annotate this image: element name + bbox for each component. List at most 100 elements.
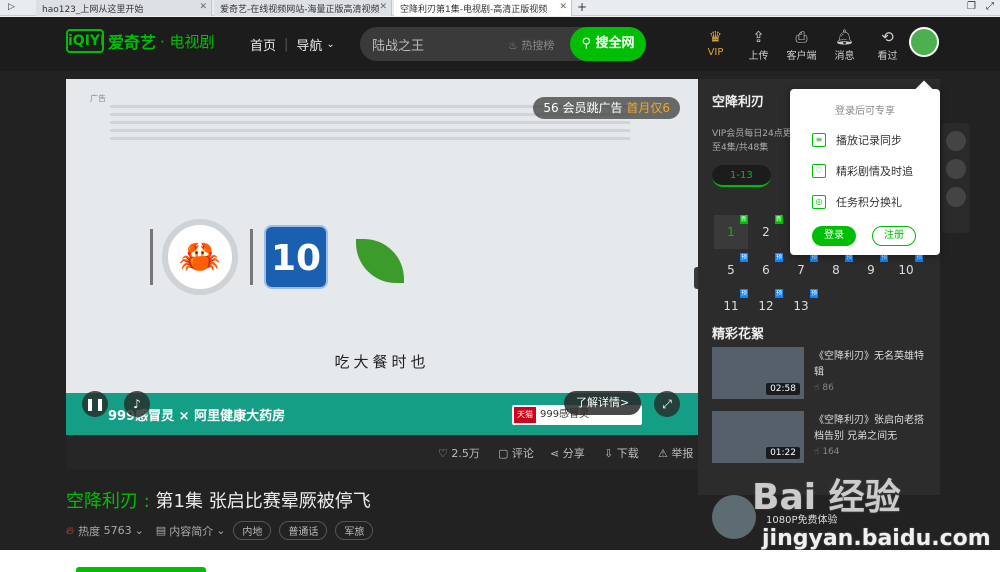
episode-item[interactable]: 7预 <box>784 253 818 287</box>
number-badge: 10 <box>264 225 328 289</box>
episode-number: 5 <box>727 263 735 277</box>
restore-icon[interactable]: ❐ <box>967 1 976 12</box>
tag-chip[interactable]: 军旅 <box>335 521 374 540</box>
clips-title: 精彩花絮 <box>712 327 765 342</box>
history-button[interactable]: ⟲ 看过 <box>866 27 909 62</box>
thumbs-up-icon: ☝ <box>814 383 820 393</box>
clip-item[interactable]: 02:58 《空降利刃》无名英雄特辑 ☝ 86 <box>712 347 928 399</box>
vip-button[interactable]: ♛ VIP <box>694 27 737 62</box>
episode-item[interactable]: 8预 <box>819 253 853 287</box>
episode-item[interactable]: 6预 <box>749 253 783 287</box>
video-action-bar: ♡ 2.5万 ▢ 评论 ⋖ 分享 ⇩ 下载 ⚠ 举报 <box>66 435 698 469</box>
bottle-icon[interactable] <box>946 187 966 207</box>
show-name[interactable]: 空降利刃 <box>66 491 138 512</box>
watermark-url: jingyan.baidu.com <box>762 526 991 551</box>
episode-meta: 🔥︎ 热度 5763 ⌄ ▤ 内容简介 ⌄ 内地 普通话 军旅 <box>66 521 374 540</box>
tab-label: hao123_上网从这里开始 <box>42 5 144 15</box>
hot-search-label: 热搜榜 <box>521 39 555 52</box>
episode-item[interactable]: 2新 <box>749 215 783 249</box>
pause-icon: ❚❚ <box>84 397 106 411</box>
episode-item[interactable]: 12 预 <box>749 289 783 323</box>
clip-item[interactable]: 01:22 《空降利刃》张启向老搭档告别 兄弟之间无 ☝ 164 <box>712 411 928 463</box>
episode-item[interactable]: 10 预 <box>889 253 923 287</box>
close-icon[interactable]: ✕ <box>379 2 387 12</box>
history-label: 看过 <box>877 51 898 62</box>
comment-button[interactable]: ▢ 评论 <box>498 445 534 461</box>
user-avatar[interactable] <box>909 27 939 57</box>
forward-icon[interactable]: ▷ <box>8 2 15 12</box>
download-button[interactable]: ⇩ 下载 <box>604 445 639 461</box>
browser-tab-iqiyi-home[interactable]: 爱奇艺-在线视频网站-海量正版高清视频 ✕ <box>214 0 392 16</box>
tag-chip[interactable]: 普通话 <box>279 521 328 540</box>
video-player[interactable]: 广告 56 会员跳广告 首月仅6 🦀 10 吃大餐时也 999感冒灵 × 阿里健… <box>66 79 698 435</box>
episode-number: 11 <box>723 299 739 313</box>
preview-badge: 预 <box>739 289 748 298</box>
clipboard-icon[interactable] <box>946 131 966 151</box>
chevron-down-icon[interactable]: ⌄ <box>326 39 334 50</box>
episode-item[interactable]: 5预 <box>714 253 748 287</box>
ad-trial-label: 首月仅6 <box>626 101 670 115</box>
nav-divider: | <box>284 37 289 52</box>
sync-icon: ≡ <box>812 133 826 147</box>
benefit-label: 任务积分换礼 <box>836 196 902 209</box>
tag-chip[interactable]: 内地 <box>233 521 272 540</box>
main-nav: 首页 | 导航 ⌄ <box>250 35 335 54</box>
episode-range-tab[interactable]: 1-13 <box>712 165 771 187</box>
episode-number: 6 <box>762 263 770 277</box>
fullscreen-button[interactable]: ⤢ <box>654 391 680 417</box>
chevron-down-icon[interactable]: ⌄ <box>216 524 225 537</box>
report-button[interactable]: ⚠ 举报 <box>658 445 693 461</box>
new-tab-button[interactable]: + <box>574 0 590 16</box>
nav-guide[interactable]: 导航 <box>296 35 322 54</box>
clip-title[interactable]: 《空降利刃》无名英雄特辑 <box>814 349 930 381</box>
ad-detail-button[interactable]: 了解详情> <box>564 391 642 415</box>
preview-badge: 预 <box>739 253 748 262</box>
clip-thumbnail[interactable]: 02:58 <box>712 347 804 399</box>
episode-number: 2 <box>762 225 770 239</box>
ad-skip-badge[interactable]: 56 会员跳广告 首月仅6 <box>533 97 680 119</box>
new-badge: 新 <box>774 215 783 224</box>
search-input[interactable] <box>372 34 512 54</box>
hot-search-link[interactable]: ♨ 热搜榜 <box>508 37 554 53</box>
episode-number: 10 <box>898 263 914 277</box>
share-icon: ⋖ <box>550 447 560 460</box>
close-icon[interactable]: ✕ <box>199 2 207 12</box>
episode-number: 12 <box>758 299 774 313</box>
search-icon: ⚲ <box>581 36 591 51</box>
clip-view-count: 86 <box>822 383 834 393</box>
episode-item[interactable]: 9预 <box>854 253 888 287</box>
episode-item[interactable]: 1新 <box>714 215 748 249</box>
browser-tab-episode[interactable]: 空降利刃第1集-电视剧-高清正版视频 ✕ <box>394 0 572 16</box>
clip-thumbnail[interactable]: 01:22 <box>712 411 804 463</box>
expand-icon[interactable]: ⤢ <box>986 1 994 12</box>
volume-button[interactable]: ♪ <box>124 391 150 417</box>
warning-icon: ⚠ <box>658 447 668 460</box>
clip-title[interactable]: 《空降利刃》张启向老搭档告别 兄弟之间无 <box>814 413 930 445</box>
share-button[interactable]: ⋖ 分享 <box>550 445 585 461</box>
clip-views: ☝ 86 <box>814 383 834 393</box>
search-button[interactable]: ⚲ 搜全网 <box>570 27 646 61</box>
client-button[interactable]: ⎙ 客户端 <box>780 27 823 62</box>
intro-toggle[interactable]: 内容简介 <box>169 523 213 539</box>
tab-label: 爱奇艺-在线视频网站-海量正版高清视频 <box>220 5 380 15</box>
pause-button[interactable]: ❚❚ <box>82 391 108 417</box>
browser-tab-hao123[interactable]: hao123_上网从这里开始 ✕ <box>36 0 212 16</box>
like-button[interactable]: ♡ 2.5万 <box>438 445 480 461</box>
chevron-down-icon[interactable]: ⌄ <box>135 524 144 537</box>
episode-number: 7 <box>797 263 805 277</box>
message-button[interactable]: 🔔︎ 消息 <box>823 27 866 62</box>
iqiyi-logo[interactable]: iQIYI 爱奇艺 · 电视剧 <box>66 29 215 53</box>
register-button[interactable]: 注册 <box>872 226 916 246</box>
window-controls: ❐ ⤢ <box>957 1 994 12</box>
episode-item[interactable]: 11 预 <box>714 289 748 323</box>
upload-button[interactable]: ⇪ 上传 <box>737 27 780 62</box>
popup-title: 登录后可专享 <box>835 106 895 117</box>
comment-icon: ▢ <box>498 447 509 460</box>
knife-graphic <box>250 229 253 285</box>
close-icon[interactable]: ✕ <box>559 2 567 12</box>
episode-item[interactable]: 13 预 <box>784 289 818 323</box>
bottle-icon[interactable] <box>946 159 966 179</box>
login-button[interactable]: 登录 <box>812 226 856 246</box>
nav-home[interactable]: 首页 <box>250 35 276 54</box>
comment-label: 评论 <box>511 447 534 460</box>
